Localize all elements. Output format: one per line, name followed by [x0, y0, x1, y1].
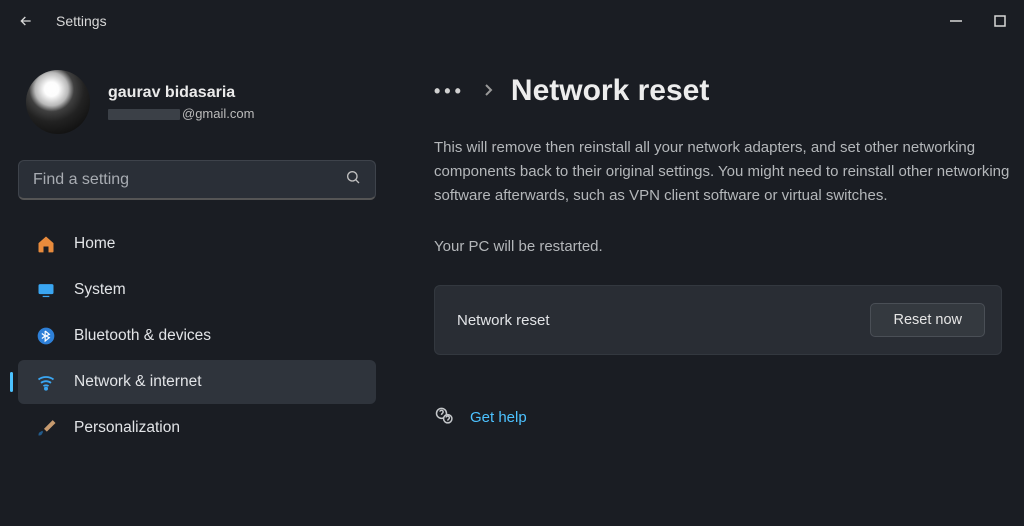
sidebar-item-bluetooth[interactable]: Bluetooth & devices	[18, 314, 376, 358]
home-icon	[36, 234, 56, 254]
network-reset-card: Network reset Reset now	[434, 285, 1002, 355]
sidebar-item-label: Network & internet	[74, 373, 202, 391]
minimize-button[interactable]	[948, 13, 964, 29]
card-label: Network reset	[457, 312, 550, 329]
main-panel: ••• Network reset This will remove then …	[394, 42, 1024, 526]
sidebar-item-label: Personalization	[74, 419, 180, 437]
wifi-icon	[36, 372, 56, 392]
window-title: Settings	[56, 13, 107, 29]
reset-now-button[interactable]: Reset now	[870, 303, 985, 337]
maximize-button[interactable]	[992, 13, 1008, 29]
sidebar-item-system[interactable]: System	[18, 268, 376, 312]
sidebar: gaurav bidasaria @gmail.com Home System	[0, 42, 394, 526]
sidebar-item-personalization[interactable]: Personalization	[18, 406, 376, 450]
system-icon	[36, 280, 56, 300]
breadcrumb: ••• Network reset	[434, 74, 1014, 108]
chevron-right-icon	[483, 83, 493, 100]
help-icon	[434, 405, 454, 430]
sidebar-item-label: System	[74, 281, 126, 299]
bluetooth-icon	[36, 326, 56, 346]
search-box[interactable]	[18, 160, 376, 200]
sidebar-item-label: Bluetooth & devices	[74, 327, 211, 345]
get-help-row[interactable]: Get help	[434, 405, 1014, 430]
sidebar-item-network[interactable]: Network & internet	[18, 360, 376, 404]
sidebar-item-label: Home	[74, 235, 115, 253]
page-title: Network reset	[511, 74, 709, 108]
nav-list: Home System Bluetooth & devices Network …	[10, 222, 384, 450]
search-icon	[345, 169, 361, 190]
paint-brush-icon	[36, 418, 56, 438]
description-text: This will remove then reinstall all your…	[434, 136, 1014, 208]
search-input[interactable]	[33, 171, 333, 189]
profile-email: @gmail.com	[108, 106, 254, 121]
breadcrumb-more-icon[interactable]: •••	[434, 81, 465, 102]
profile-name: gaurav bidasaria	[108, 84, 254, 102]
restart-notice: Your PC will be restarted.	[434, 238, 1014, 255]
sidebar-item-home[interactable]: Home	[18, 222, 376, 266]
profile-section[interactable]: gaurav bidasaria @gmail.com	[10, 60, 384, 160]
avatar	[26, 70, 90, 134]
get-help-link[interactable]: Get help	[470, 409, 527, 426]
back-button[interactable]	[16, 11, 36, 31]
